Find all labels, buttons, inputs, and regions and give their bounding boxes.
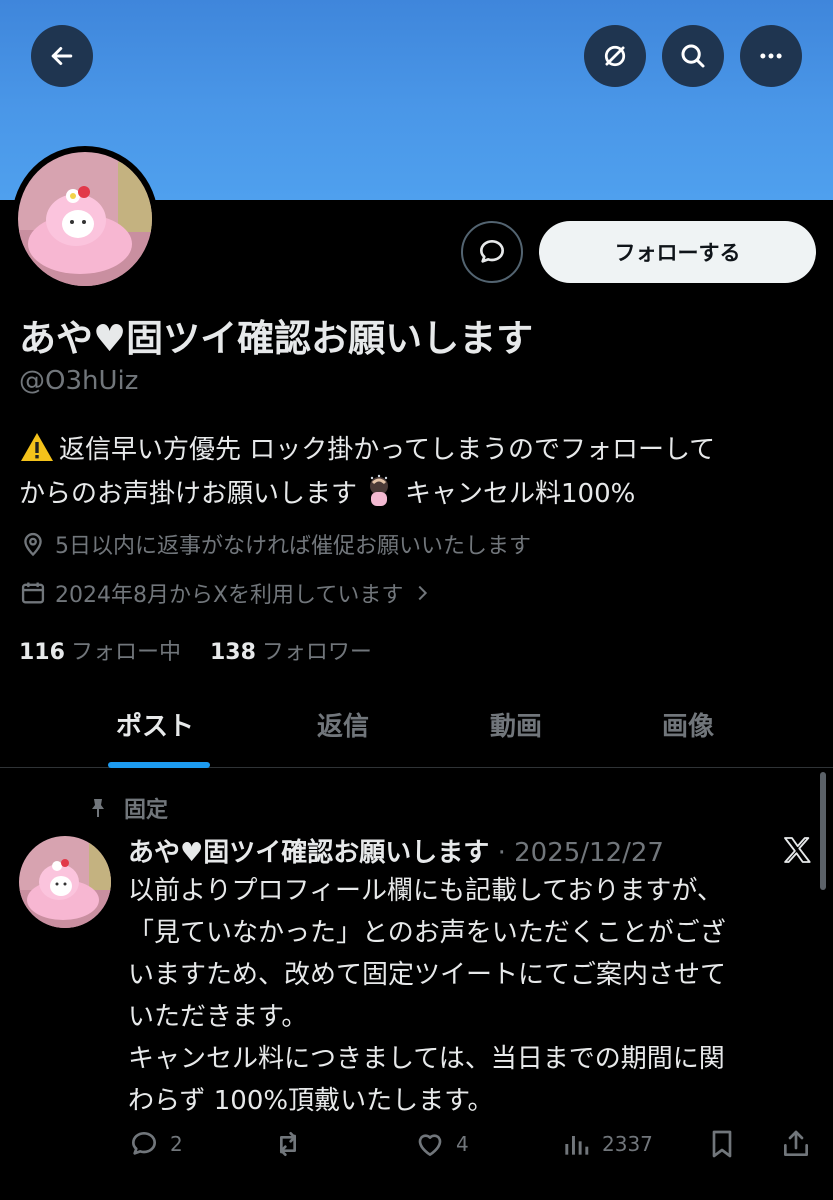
bookmark-button[interactable] [706, 1128, 748, 1160]
followers-link[interactable]: 138 フォロワー [210, 640, 372, 665]
joined-row[interactable]: 2024年8月からXを利用しています [19, 577, 433, 609]
bio-line-2a: からのお声掛けお願いします [19, 479, 358, 509]
follow-button[interactable]: フォローする [539, 221, 816, 283]
post-body-line: いますため、改めて固定ツイートにてご案内させて [128, 960, 727, 990]
post-body-line: キャンセル料につきましては、当日までの期間に関 [128, 1044, 725, 1074]
post-date[interactable]: 2025/12/27 [514, 838, 664, 868]
post-separator: · [489, 838, 515, 868]
profile-avatar[interactable] [12, 146, 158, 292]
post-body-line: いただきます。 [128, 1002, 308, 1032]
post-avatar[interactable] [19, 836, 111, 928]
bookmark-icon [712, 1130, 732, 1158]
views-icon [565, 1136, 589, 1155]
post-actions: 2 4 2337 [0, 1122, 833, 1166]
reply-icon [132, 1132, 156, 1155]
share-button[interactable] [780, 1128, 822, 1160]
display-name: あや♥固ツイ確認お願いします [19, 317, 534, 360]
more-button[interactable] [740, 25, 802, 87]
following-count: 116 [19, 640, 65, 665]
active-tab-indicator [108, 762, 210, 768]
tab-replies[interactable]: 返信 [317, 706, 369, 743]
tab-posts[interactable]: ポスト [116, 706, 194, 743]
reply-count: 2 [170, 1132, 183, 1156]
bowing-person-icon [370, 474, 389, 506]
like-count: 4 [456, 1132, 469, 1156]
like-button[interactable]: 4 [414, 1128, 469, 1160]
location-text: 5日以内に返事がなければ催促お願いいたします [55, 534, 531, 559]
joined-text: 2024年8月からXを利用しています [55, 583, 404, 608]
post-body: 以前よりプロフィール欄にも記載しておりますが、 「見ていなかった」とのお声をいた… [128, 870, 808, 1122]
views-button[interactable]: 2337 [560, 1128, 653, 1160]
tab-images[interactable]: 画像 [662, 706, 714, 743]
repost-icon [280, 1132, 296, 1156]
bio-line-2b: キャンセル料100% [405, 479, 636, 509]
back-button[interactable] [31, 25, 93, 87]
more-icon [760, 53, 782, 59]
post-body-line: 以前よりプロフィール欄にも記載しておりますが、 [128, 876, 723, 906]
message-button[interactable] [461, 221, 523, 283]
bio: 返信早い方優先 ロック掛かってしまうのでフォローして からのお声掛けお願いします… [19, 428, 819, 516]
pinned-label: 固定 [124, 798, 169, 823]
translate-icon [604, 45, 626, 67]
pinned-indicator: 固定 [86, 792, 168, 824]
follow-counts: 116 フォロー中 138 フォロワー [19, 634, 372, 666]
repost-button[interactable] [272, 1128, 314, 1160]
following-link[interactable]: 116 フォロー中 [19, 640, 181, 665]
heart-icon [418, 1134, 442, 1156]
followers-label: フォロワー [261, 640, 372, 665]
pin-icon [92, 799, 104, 817]
post-body-line: 「見ていなかった」とのお声をいただくことがござ [128, 918, 726, 948]
avatar-image [18, 152, 152, 286]
bio-line-1: 返信早い方優先 ロック掛かってしまうのでフォローして [59, 435, 716, 465]
followers-count: 138 [209, 640, 256, 665]
handle: @O3hUiz [19, 366, 139, 396]
post-avatar-image [19, 836, 111, 928]
tab-videos[interactable]: 動画 [490, 706, 542, 743]
post-header: あや♥固ツイ確認お願いします · 2025/12/27 [128, 832, 664, 869]
location-pin-icon [24, 532, 42, 557]
back-arrow-icon [51, 47, 73, 65]
view-count: 2337 [602, 1132, 653, 1156]
post-body-line: わらず 100%頂戴いたします。 [128, 1086, 494, 1116]
calendar-icon [21, 582, 45, 604]
warning-icon [21, 433, 53, 461]
post-author[interactable]: あや♥固ツイ確認お願いします [128, 838, 489, 868]
x-logo-icon [784, 837, 811, 863]
scrollbar[interactable] [820, 772, 826, 890]
search-icon [681, 44, 705, 68]
message-icon [480, 240, 504, 263]
share-icon [784, 1130, 808, 1156]
search-button[interactable] [662, 25, 724, 87]
translate-button[interactable] [584, 25, 646, 87]
chevron-right-icon [418, 585, 428, 601]
profile-tabs: ポスト 返信 動画 画像 [0, 684, 833, 768]
location-row: 5日以内に返事がなければ催促お願いいたします [19, 528, 531, 560]
following-label: フォロー中 [70, 640, 181, 665]
reply-button[interactable]: 2 [128, 1128, 183, 1160]
